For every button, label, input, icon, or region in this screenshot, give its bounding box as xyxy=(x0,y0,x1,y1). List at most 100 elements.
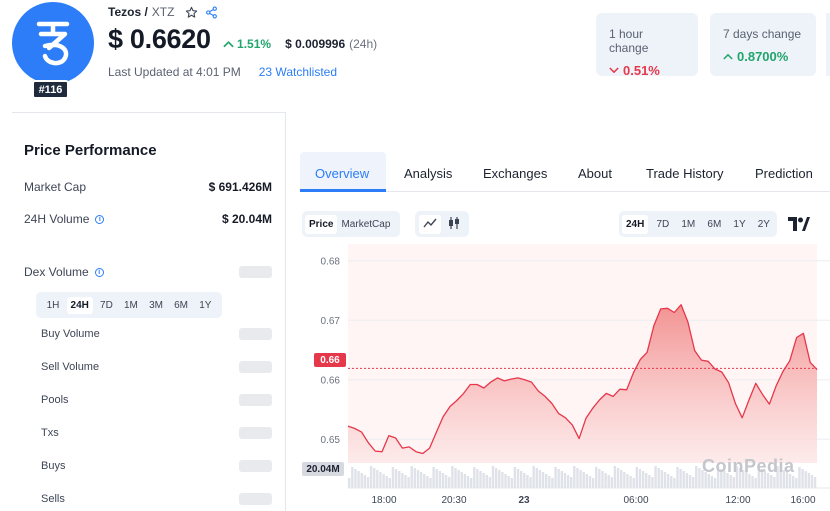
volume-bar xyxy=(801,469,804,488)
hour-change-value-row: 0.51% xyxy=(609,63,685,78)
volume-bar xyxy=(382,474,385,488)
current-price: $ 0.6620 xyxy=(108,24,211,54)
volume-bar xyxy=(654,466,657,488)
chart-type-toggle: Price MarketCap xyxy=(302,211,400,237)
volume-bar xyxy=(666,474,670,488)
x-tick-label: 16:00 xyxy=(790,495,815,506)
y-tick-label: 0.67 xyxy=(321,316,341,327)
volume-bar xyxy=(676,467,679,488)
tab-analysis[interactable]: Analysis xyxy=(404,166,452,181)
volume-bar xyxy=(388,478,392,488)
volume-bar xyxy=(541,472,545,488)
coin-symbol: XTZ xyxy=(151,5,175,19)
tab-exchanges[interactable]: Exchanges xyxy=(483,166,547,181)
volume-bar xyxy=(679,469,682,488)
buys-label: Buys xyxy=(41,460,66,472)
volume-bar xyxy=(695,466,698,488)
tab-trade-history[interactable]: Trade History xyxy=(646,166,724,181)
volume-bar xyxy=(810,475,814,488)
volume-bar xyxy=(485,475,488,488)
volume-bar xyxy=(385,476,388,488)
volume-bar xyxy=(488,477,492,488)
volume-bar xyxy=(813,477,817,488)
change-24h: 1.51% xyxy=(223,37,271,51)
volume-bar xyxy=(688,475,692,488)
candlestick-icon[interactable] xyxy=(443,214,465,235)
y-tick-label: 0.65 xyxy=(321,435,341,446)
volume-bar xyxy=(732,477,735,488)
period-24h[interactable]: 24H xyxy=(622,214,649,234)
share-icon[interactable] xyxy=(204,5,218,19)
star-icon[interactable] xyxy=(184,5,198,19)
range-tab-24h[interactable]: 24H xyxy=(66,296,93,314)
volume-bar xyxy=(710,476,714,488)
panel-title: Price Performance xyxy=(24,142,157,159)
volume-bar xyxy=(613,466,617,488)
sells-label: Sells xyxy=(41,493,65,505)
period-7d[interactable]: 7D xyxy=(652,215,673,234)
volume-label: 24H Volume xyxy=(24,212,90,226)
hour-change-card: 1 hour change 0.51% xyxy=(596,13,698,78)
volume-bar xyxy=(751,476,754,488)
volume-bar xyxy=(501,472,504,488)
range-tab-7d[interactable]: 7D xyxy=(96,297,117,314)
rank-badge: #116 xyxy=(32,80,69,99)
volume-bar xyxy=(363,475,367,488)
buy-volume-label: Buy Volume xyxy=(41,328,100,340)
watchlisted-link[interactable]: 23 Watchlisted xyxy=(259,65,337,79)
dex-range-tabs: 1H 24H 7D 1M 3M 6M 1Y xyxy=(36,292,222,318)
volume-bar xyxy=(454,468,457,488)
volume-bar xyxy=(457,470,460,488)
arrow-up-icon xyxy=(223,40,234,48)
dex-volume-row: Dex Volume i xyxy=(24,265,272,279)
volume-bar xyxy=(391,467,395,488)
volume-bar xyxy=(604,473,607,488)
range-tab-3m[interactable]: 3M xyxy=(145,297,167,314)
range-tab-1h[interactable]: 1H xyxy=(43,297,64,314)
info-icon[interactable]: i xyxy=(94,267,104,277)
range-tab-1m[interactable]: 1M xyxy=(120,297,142,314)
period-6m[interactable]: 6M xyxy=(703,215,725,234)
tab-about[interactable]: About xyxy=(578,166,612,181)
volume-bar xyxy=(610,477,614,488)
range-tab-6m[interactable]: 6M xyxy=(170,297,192,314)
volume-bar xyxy=(595,467,598,488)
volume-bar xyxy=(638,469,642,488)
volume-bar xyxy=(791,476,795,488)
toggle-price[interactable]: Price xyxy=(305,214,338,234)
btc-price-value: $ 0.009996 xyxy=(285,37,346,51)
volume-bar xyxy=(507,476,510,488)
volume-bar xyxy=(416,470,420,488)
line-chart-icon[interactable] xyxy=(419,214,441,234)
volume-bar xyxy=(585,474,589,488)
volume-value: $ 20.04M xyxy=(221,212,272,226)
toggle-marketcap[interactable]: MarketCap xyxy=(337,215,394,234)
volume-bar xyxy=(529,477,532,488)
current-price-tag: 0.66 xyxy=(314,353,346,367)
tab-prediction[interactable]: Prediction xyxy=(755,166,813,181)
volume-bar xyxy=(357,471,360,488)
volume-bar xyxy=(635,467,639,488)
volume-bar xyxy=(598,469,601,488)
volume-bar xyxy=(398,471,401,488)
volume-bar xyxy=(557,469,560,488)
volume-bar xyxy=(513,467,517,488)
volume-bar xyxy=(807,473,811,488)
tradingview-icon[interactable] xyxy=(788,217,810,231)
volume-bar xyxy=(579,470,582,488)
pools-label: Pools xyxy=(41,394,69,406)
volume-bar xyxy=(360,473,363,488)
period-1m[interactable]: 1M xyxy=(677,215,699,234)
tab-overview[interactable]: Overview xyxy=(315,166,369,181)
volume-bar xyxy=(429,478,432,488)
volume-bar xyxy=(685,473,689,488)
sell-volume-placeholder xyxy=(239,361,272,373)
sells-placeholder xyxy=(239,493,272,505)
period-1y[interactable]: 1Y xyxy=(729,215,749,234)
range-tab-1y[interactable]: 1Y xyxy=(195,297,215,314)
info-icon[interactable]: i xyxy=(95,214,105,224)
volume-bar xyxy=(648,475,651,488)
coin-tabs: Overview Analysis Exchanges About Trade … xyxy=(300,152,830,192)
period-2y[interactable]: 2Y xyxy=(754,215,774,234)
hour-change-value: 0.51% xyxy=(623,63,660,78)
